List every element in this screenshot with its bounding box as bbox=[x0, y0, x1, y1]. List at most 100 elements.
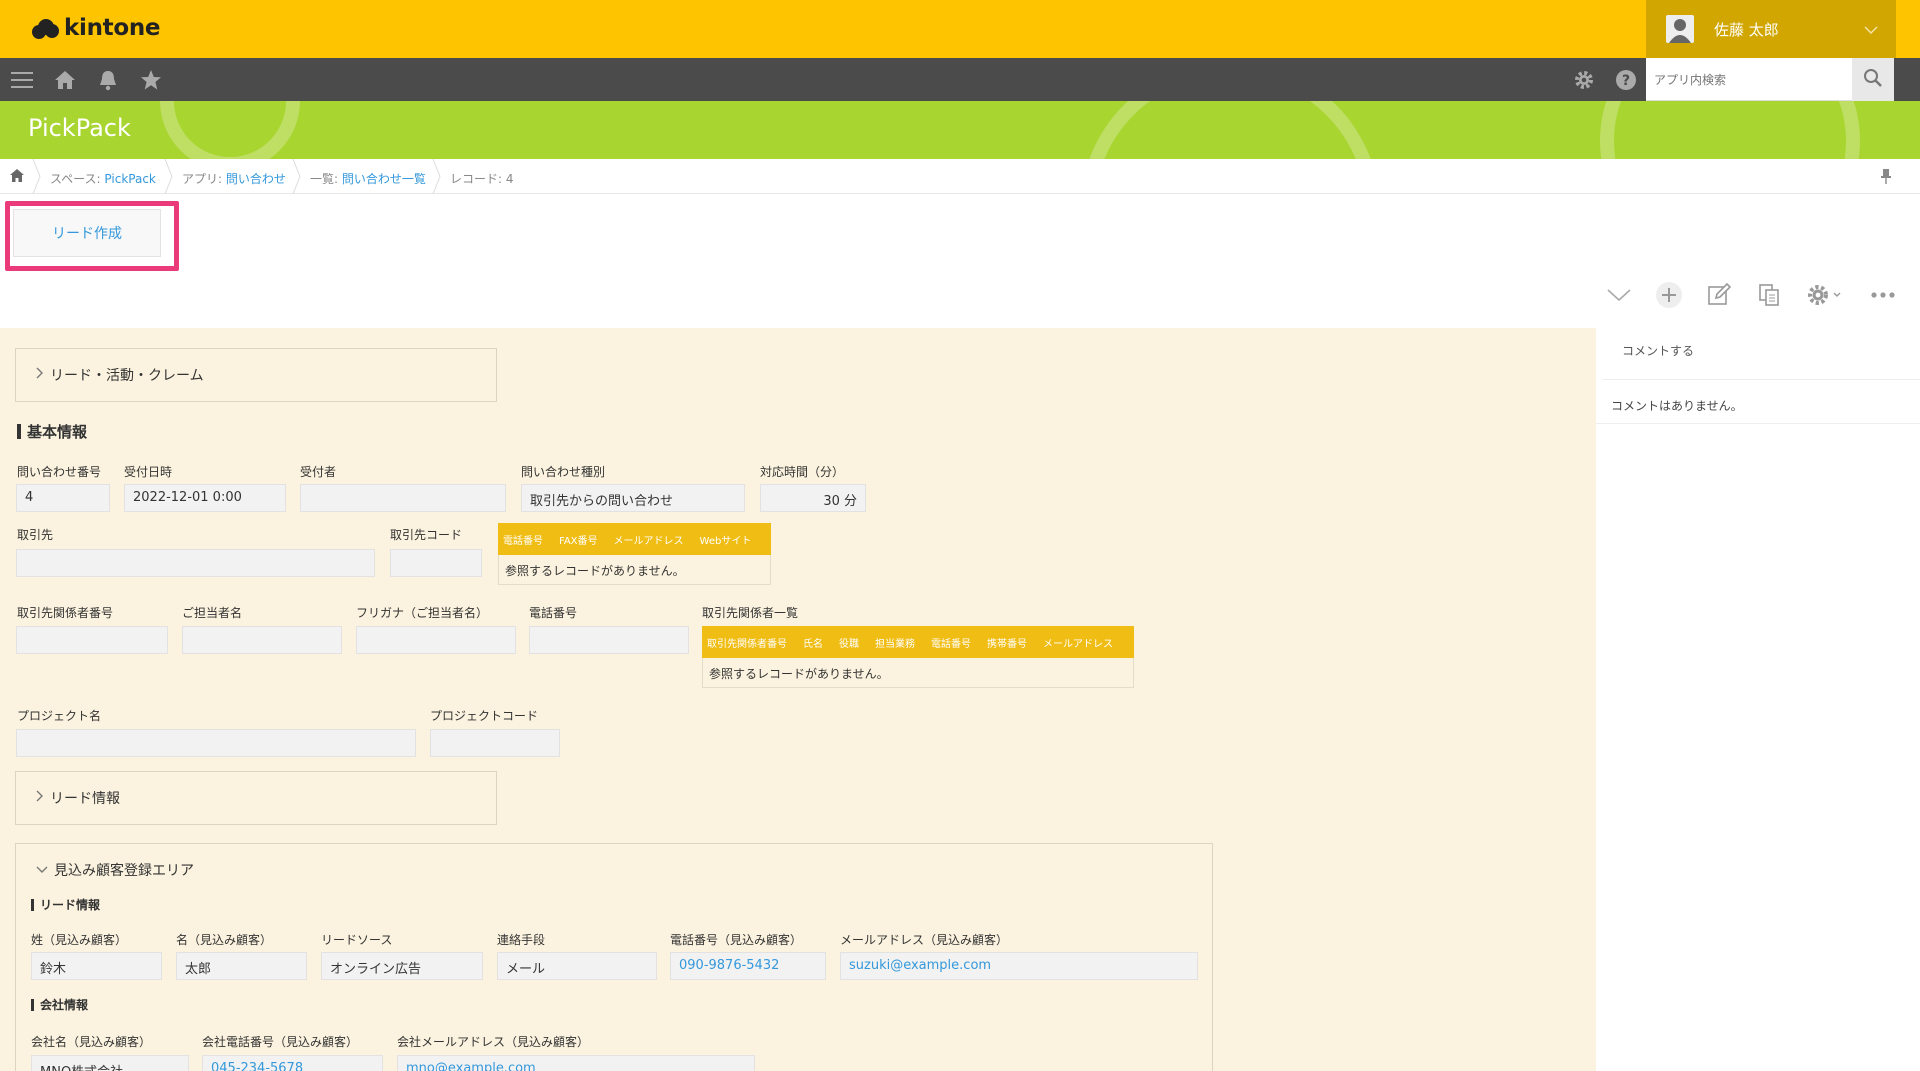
group-label: 見込み顧客登録エリア bbox=[54, 863, 194, 879]
first-name-value: 太郎 bbox=[176, 952, 307, 980]
column-header: Webサイト bbox=[699, 535, 752, 547]
contact-method-value: メール bbox=[497, 952, 657, 980]
top-header: kintone 佐藤 太郎 bbox=[0, 0, 1920, 58]
avatar bbox=[1666, 15, 1694, 43]
more-icon[interactable] bbox=[1868, 280, 1898, 310]
column-header: 携帯番号 bbox=[987, 638, 1027, 650]
record-action-bar: リード作成 bbox=[0, 194, 1920, 328]
collapse-icon[interactable] bbox=[1604, 280, 1634, 310]
star-icon[interactable] bbox=[139, 68, 163, 92]
user-name: 佐藤 太郎 bbox=[1714, 20, 1779, 39]
reference-empty-text: 参照するレコードがありません。 bbox=[702, 658, 1134, 688]
group-title: リード・活動・クレーム bbox=[36, 365, 204, 385]
field-label: 取引先関係者番号 bbox=[17, 606, 114, 620]
breadcrumb-home-icon[interactable] bbox=[10, 169, 24, 185]
breadcrumb-space[interactable]: スペース: PickPack bbox=[50, 170, 156, 187]
company-name-value: MNO株式会社 bbox=[31, 1055, 189, 1071]
field-label: 問い合わせ種別 bbox=[521, 465, 606, 479]
inquiry-number-value: 4 bbox=[16, 484, 110, 512]
project-code-value bbox=[430, 729, 560, 757]
breadcrumb-list[interactable]: 一覧: 問い合わせ一覧 bbox=[310, 170, 426, 187]
svg-text:?: ? bbox=[1622, 73, 1630, 89]
lead-email-link[interactable]: suzuki@example.com bbox=[840, 952, 1198, 980]
space-banner: PickPack bbox=[0, 101, 1920, 159]
comment-input[interactable]: コメントする bbox=[1602, 332, 1920, 380]
breadcrumb-app[interactable]: アプリ: 問い合わせ bbox=[182, 170, 286, 187]
comment-panel bbox=[1596, 328, 1920, 1071]
breadcrumb-separator-icon bbox=[32, 159, 41, 194]
bell-icon[interactable] bbox=[96, 68, 120, 92]
reference-table-header: 取引先関係者番号 氏名 役職 担当業務 電話番号 携帯番号 メールアドレス bbox=[702, 626, 1134, 658]
inquiry-type-value: 取引先からの問い合わせ bbox=[521, 484, 745, 512]
column-header: 役職 bbox=[839, 638, 859, 650]
gear-icon[interactable] bbox=[1572, 68, 1596, 92]
last-name-value: 鈴木 bbox=[31, 952, 162, 980]
chevron-down-icon bbox=[1864, 20, 1878, 39]
contact-kana-value bbox=[356, 626, 516, 654]
no-comments-text: コメントはありません。 bbox=[1596, 388, 1920, 424]
chevron-right-icon bbox=[36, 790, 44, 806]
field-label: 取引先関係者一覧 bbox=[702, 606, 799, 620]
reference-table-header: 電話番号 FAX番号 メールアドレス Webサイト bbox=[498, 523, 771, 555]
group-lead-activity[interactable]: リード・活動・クレーム bbox=[15, 348, 497, 402]
field-label: フリガナ（ご担当者名） bbox=[356, 606, 489, 620]
add-record-icon[interactable] bbox=[1654, 280, 1684, 310]
group-label: リード情報 bbox=[50, 791, 120, 807]
group-title[interactable]: 見込み顧客登録エリア bbox=[36, 860, 194, 880]
company-email-link[interactable]: mno@example.com bbox=[397, 1055, 755, 1071]
field-label: 会社メールアドレス（見込み顧客） bbox=[397, 1035, 590, 1049]
field-label: リードソース bbox=[321, 933, 393, 947]
response-time-value: 30 分 bbox=[760, 484, 866, 512]
logo-cloud-icon bbox=[30, 17, 60, 39]
record-content: リード・活動・クレーム 基本情報 問い合わせ番号 4 受付日時 2022-12-… bbox=[0, 328, 1596, 1071]
search-icon bbox=[1863, 68, 1883, 92]
help-icon[interactable]: ? bbox=[1614, 68, 1638, 92]
column-header: 氏名 bbox=[803, 638, 823, 650]
chevron-down-icon bbox=[36, 862, 48, 878]
field-label: 姓（見込み顧客） bbox=[31, 933, 128, 947]
field-label: プロジェクトコード bbox=[430, 709, 539, 723]
field-label: メールアドレス（見込み顧客） bbox=[840, 933, 1009, 947]
group-lead-info[interactable]: リード情報 bbox=[15, 771, 497, 825]
field-label: プロジェクト名 bbox=[17, 709, 102, 723]
lead-source-value: オンライン広告 bbox=[321, 952, 483, 980]
logo-text: kintone bbox=[64, 15, 161, 41]
space-title: PickPack bbox=[28, 114, 131, 142]
breadcrumb: スペース: PickPack アプリ: 問い合わせ 一覧: 問い合わせ一覧 レコ… bbox=[0, 159, 1920, 194]
group-title: リード情報 bbox=[36, 788, 120, 808]
field-label: 電話番号（見込み顧客） bbox=[670, 933, 803, 947]
phone-value bbox=[529, 626, 689, 654]
contacts-reference-table: 取引先関係者番号 氏名 役職 担当業務 電話番号 携帯番号 メールアドレス 参照… bbox=[702, 626, 1134, 688]
column-header: 電話番号 bbox=[503, 535, 543, 547]
create-lead-button[interactable]: リード作成 bbox=[13, 209, 161, 257]
breadcrumb-record: レコード: 4 bbox=[450, 172, 514, 186]
menu-icon[interactable] bbox=[10, 68, 34, 92]
edit-icon[interactable] bbox=[1704, 280, 1734, 310]
contact-number-value bbox=[16, 626, 168, 654]
user-menu[interactable]: 佐藤 太郎 bbox=[1646, 0, 1896, 58]
kintone-logo[interactable]: kintone bbox=[30, 15, 161, 41]
pin-icon[interactable] bbox=[1880, 168, 1892, 187]
field-label: 電話番号 bbox=[529, 606, 578, 620]
reference-empty-text: 参照するレコードがありません。 bbox=[498, 555, 771, 585]
search-input[interactable] bbox=[1646, 58, 1852, 101]
section-company-info: 会社情報 bbox=[31, 996, 88, 1013]
search-button[interactable] bbox=[1852, 58, 1894, 101]
field-label: 対応時間（分） bbox=[760, 465, 845, 479]
banner-decoration bbox=[1600, 101, 1860, 159]
field-label: 連絡手段 bbox=[497, 933, 546, 947]
field-label: 会社電話番号（見込み顧客） bbox=[202, 1035, 359, 1049]
lead-phone-link[interactable]: 090-9876-5432 bbox=[670, 952, 826, 980]
column-header: メールアドレス bbox=[1043, 638, 1113, 650]
app-search bbox=[1646, 58, 1894, 101]
company-phone-link[interactable]: 045-234-5678 bbox=[202, 1055, 383, 1071]
contact-name-value bbox=[182, 626, 342, 654]
column-header: 取引先関係者番号 bbox=[707, 638, 787, 650]
field-label: 会社名（見込み顧客） bbox=[31, 1035, 152, 1049]
record-settings-icon[interactable] bbox=[1804, 280, 1846, 310]
field-label: 受付者 bbox=[300, 465, 337, 479]
copy-record-icon[interactable] bbox=[1754, 280, 1784, 310]
client-code-value bbox=[390, 549, 482, 577]
comment-placeholder: コメントする bbox=[1622, 344, 1695, 358]
home-icon[interactable] bbox=[53, 68, 77, 92]
